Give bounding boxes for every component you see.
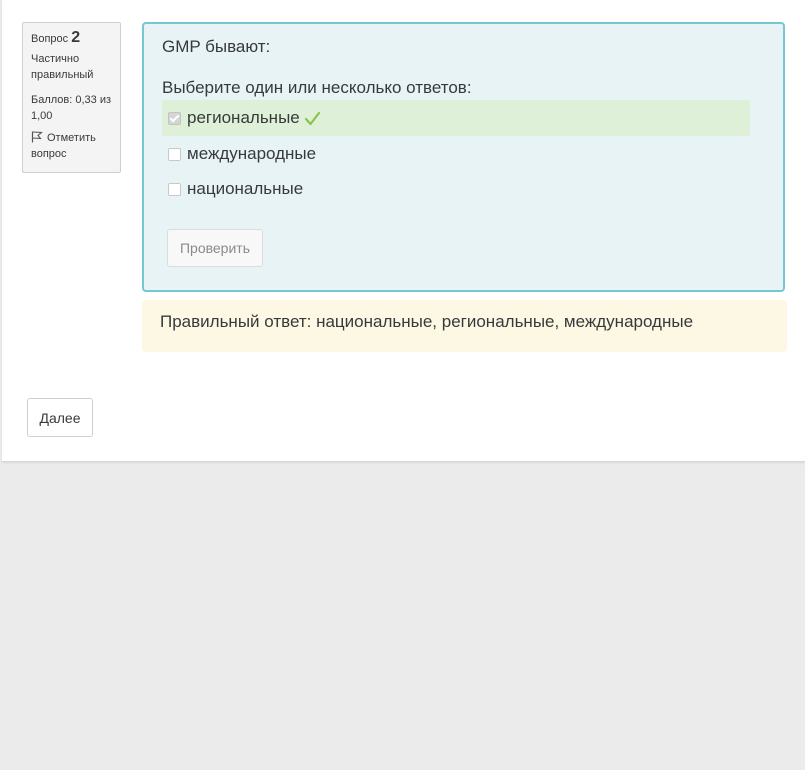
question-grade: Баллов: 0,33 из 1,00 <box>31 94 112 122</box>
question-formulation: GMP бывают: Выберите один или несколько … <box>142 22 785 292</box>
answer-checkbox[interactable] <box>168 182 181 196</box>
answer-checkbox[interactable] <box>168 147 181 161</box>
answer-prompt: Выберите один или несколько ответов: <box>162 78 472 97</box>
flag-icon <box>31 131 43 143</box>
right-answer-feedback: Правильный ответ: национальные, регионал… <box>142 300 787 352</box>
answer-checkbox[interactable] <box>168 111 181 125</box>
flag-question-link[interactable]: Отметить вопрос <box>31 130 113 162</box>
question-number: Вопрос 2 <box>31 30 113 47</box>
question-number-value: 2 <box>71 29 81 46</box>
question-state: Частично правильный <box>31 53 94 81</box>
answer-options: региональные международные национальные <box>162 100 765 206</box>
check-icon <box>304 111 320 125</box>
question-label: Вопрос <box>31 33 69 45</box>
next-button[interactable]: Далее <box>27 398 93 437</box>
question-info: Вопрос 2 Частично правильный Баллов: 0,3… <box>22 22 121 173</box>
answer-option-label: региональные <box>187 108 300 127</box>
question-text: GMP бывают: <box>162 37 271 56</box>
right-answer-text: Правильный ответ: национальные, регионал… <box>160 312 694 331</box>
question-page: Вопрос 2 Частично правильный Баллов: 0,3… <box>2 0 805 462</box>
answer-option-label: национальные <box>187 179 304 198</box>
answer-option-international[interactable]: международные <box>162 137 750 171</box>
answer-option-regional[interactable]: региональные <box>162 100 750 136</box>
answer-option-label: международные <box>187 144 317 163</box>
answer-option-national[interactable]: национальные <box>162 172 750 206</box>
check-button[interactable]: Проверить <box>167 229 263 267</box>
